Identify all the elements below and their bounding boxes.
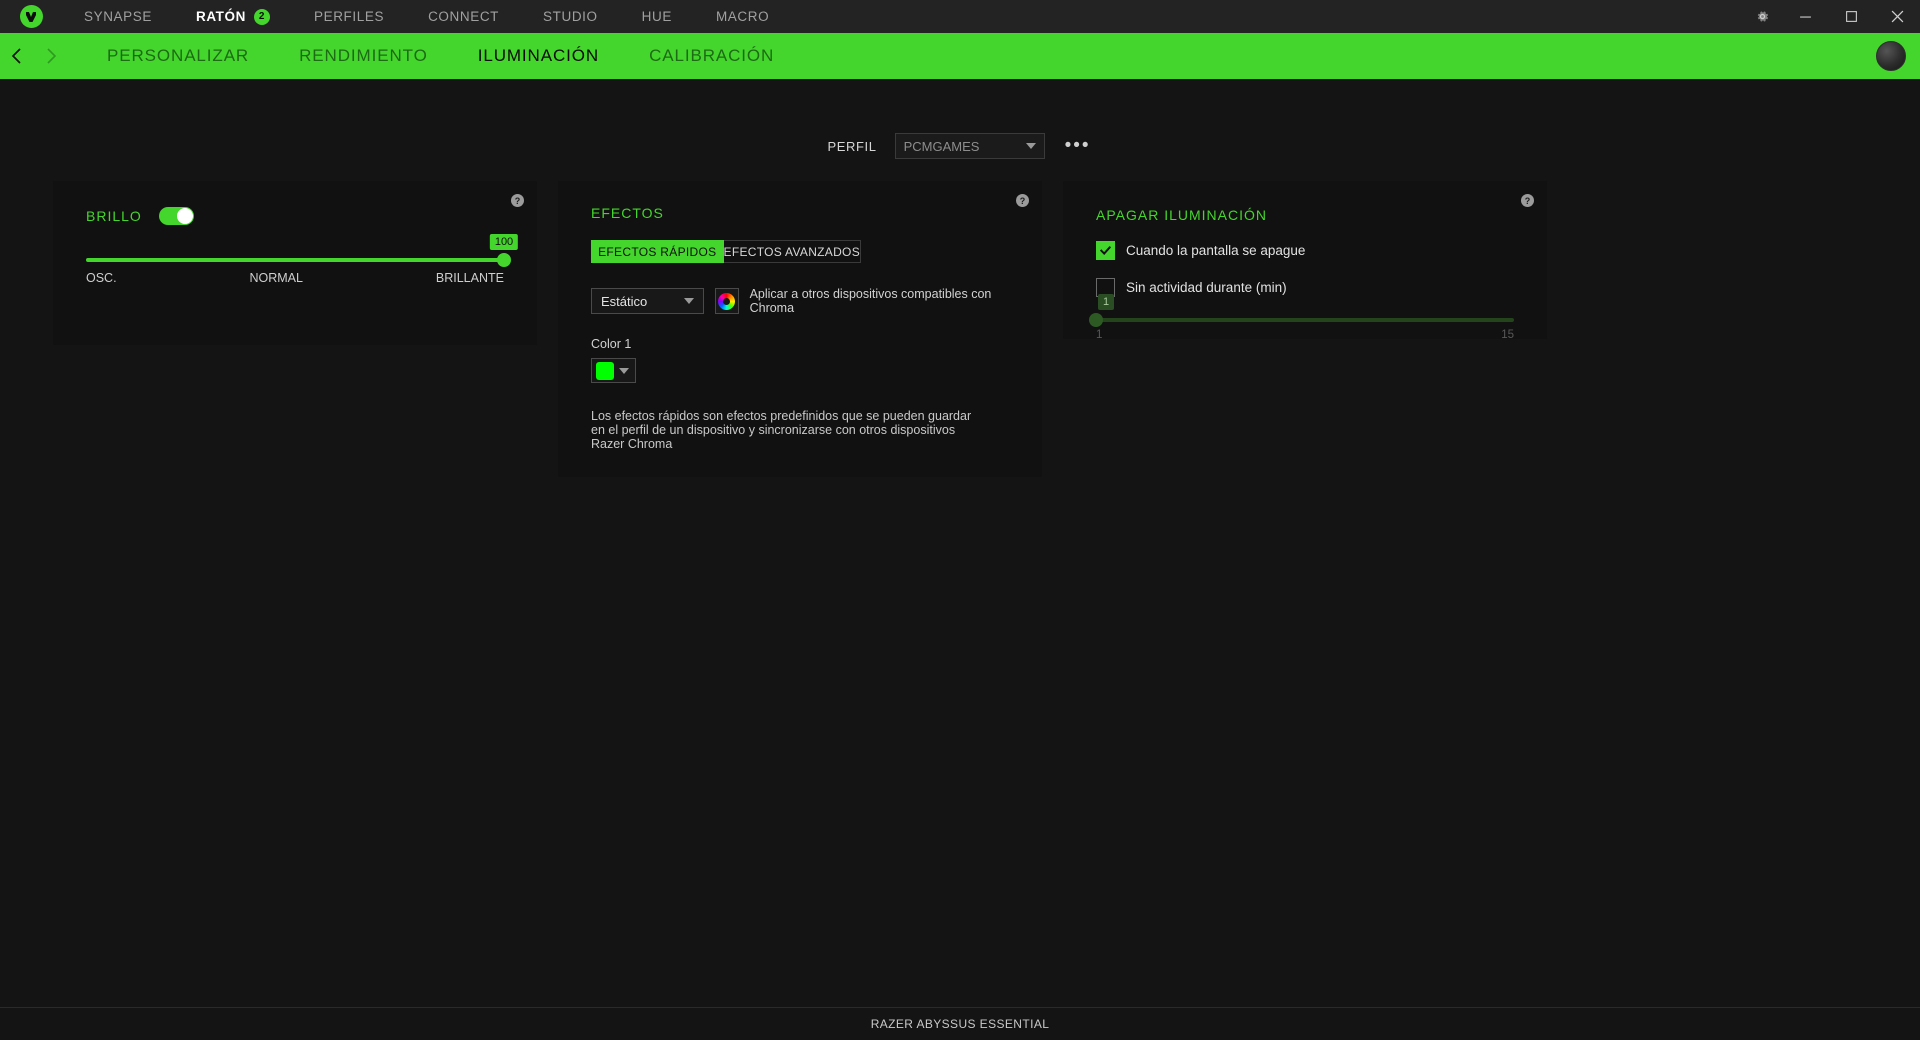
effects-description: Los efectos rápidos son efectos predefin… (591, 409, 972, 452)
nav-tab-label: HUE (641, 9, 672, 24)
chevron-left-icon[interactable] (0, 33, 34, 79)
chroma-sync-button[interactable] (715, 288, 739, 314)
help-icon[interactable]: ? (1521, 194, 1534, 207)
off-lighting-panel: ? APAGAR ILUMINACIÓN Cuando la pantalla … (1063, 181, 1547, 341)
maximize-icon[interactable] (1828, 0, 1874, 33)
tab-efectos-rapidos[interactable]: EFECTOS RÁPIDOS (591, 240, 724, 263)
color-block: Color 1 (591, 337, 1009, 383)
sub-nav-bar: PERSONALIZAR RENDIMIENTO ILUMINACIÓN CAL… (0, 33, 1920, 79)
gear-icon[interactable] (1742, 0, 1782, 33)
brightness-slider-track[interactable] (86, 253, 511, 267)
help-icon[interactable]: ? (511, 194, 524, 207)
sub-tab-personalizar[interactable]: PERSONALIZAR (82, 33, 274, 79)
nav-tab-label: STUDIO (543, 9, 598, 24)
avatar-container (1876, 41, 1906, 71)
brightness-slider-area: 100 OSC. NORMAL BRILLANTE (86, 234, 519, 285)
footer-bar: RAZER ABYSSUS ESSENTIAL (0, 1007, 1920, 1040)
sub-tab-label: RENDIMIENTO (299, 46, 428, 65)
sub-tab-iluminacion[interactable]: ILUMINACIÓN (453, 33, 624, 79)
sub-tab-label: CALIBRACIÓN (649, 46, 775, 65)
brightness-label-mid: NORMAL (249, 271, 303, 285)
checkbox-screen-off[interactable] (1096, 241, 1115, 260)
option-label: Sin actividad durante (min) (1126, 280, 1287, 295)
brightness-toggle[interactable] (158, 207, 194, 225)
effect-selected-value: Estático (601, 293, 648, 309)
option-idle[interactable]: Sin actividad durante (min) (1096, 278, 1514, 297)
nav-tab-hue[interactable]: HUE (620, 0, 694, 33)
color-picker[interactable] (591, 358, 636, 383)
nav-tab-badge: 2 (253, 8, 270, 25)
effect-selection-row: Estático Aplicar a otros dispositivos co… (591, 287, 1009, 315)
profile-selected-value: PCMGAMES (903, 138, 980, 154)
tab-label: EFECTOS AVANZADOS (723, 244, 860, 259)
razer-logo-container (0, 5, 62, 28)
main-content: PERFIL PCMGAMES ••• ? BRILLO 100 OSC. NO… (0, 79, 1920, 1007)
tab-label: EFECTOS RÁPIDOS (598, 244, 717, 259)
option-label: Cuando la pantalla se apague (1126, 243, 1306, 258)
avatar[interactable] (1876, 41, 1906, 71)
brightness-title: BRILLO (86, 208, 142, 224)
idle-slider-handle[interactable] (1089, 313, 1103, 327)
profile-label: PERFIL (827, 138, 877, 154)
chevron-down-icon (619, 367, 629, 374)
nav-tab-studio[interactable]: STUDIO (521, 0, 620, 33)
sub-nav-tabs: PERSONALIZAR RENDIMIENTO ILUMINACIÓN CAL… (82, 33, 799, 79)
idle-value-badge: 1 (1098, 294, 1115, 310)
off-lighting-title: APAGAR ILUMINACIÓN (1096, 207, 1267, 223)
idle-slider-min: 1 (1096, 329, 1103, 341)
brightness-panel: ? BRILLO 100 OSC. NORMAL BRILLANTE (53, 181, 537, 345)
razer-logo-icon (19, 5, 43, 28)
nav-tab-perfiles[interactable]: PERFILES (292, 0, 406, 33)
profile-row: PERFIL PCMGAMES ••• (0, 79, 1920, 159)
color-swatch (596, 361, 614, 380)
nav-tab-connect[interactable]: CONNECT (406, 0, 521, 33)
minimize-icon[interactable] (1782, 0, 1828, 33)
nav-tab-raton[interactable]: RATÓN 2 (174, 0, 292, 33)
nav-tab-synapse[interactable]: SYNAPSE (62, 0, 174, 33)
sub-tab-rendimiento[interactable]: RENDIMIENTO (274, 33, 453, 79)
brightness-scale-labels: OSC. NORMAL BRILLANTE (86, 271, 504, 285)
effects-tab-group: EFECTOS RÁPIDOS EFECTOS AVANZADOS (591, 240, 861, 263)
profile-more-button[interactable]: ••• (1063, 136, 1093, 155)
panels-container: ? BRILLO 100 OSC. NORMAL BRILLANTE ? EFE… (0, 159, 1920, 478)
brightness-header: BRILLO (86, 207, 504, 225)
brightness-value-badge: 100 (489, 234, 519, 250)
nav-tab-macro[interactable]: MACRO (694, 0, 791, 33)
nav-tab-label: MACRO (715, 9, 770, 24)
effects-title: EFECTOS (591, 205, 664, 221)
brightness-label-min: OSC. (86, 271, 117, 285)
window-controls (1742, 0, 1920, 33)
nav-tab-label: RATÓN (195, 9, 246, 24)
idle-slider-minmax: 1 15 (1096, 329, 1514, 341)
title-bar: SYNAPSE RATÓN 2 PERFILES CONNECT STUDIO … (0, 0, 1920, 33)
device-name: RAZER ABYSSUS ESSENTIAL (870, 1017, 1050, 1031)
sub-tab-calibracion[interactable]: CALIBRACIÓN (624, 33, 799, 79)
main-nav-tabs: SYNAPSE RATÓN 2 PERFILES CONNECT STUDIO … (62, 0, 791, 33)
option-screen-off[interactable]: Cuando la pantalla se apague (1096, 241, 1514, 260)
chroma-wheel-icon (718, 292, 736, 310)
sub-tab-label: ILUMINACIÓN (477, 46, 600, 65)
brightness-label-max: BRILLANTE (435, 271, 504, 285)
chevron-down-icon (684, 298, 695, 304)
chevron-right-icon[interactable] (34, 33, 68, 79)
sub-tab-label: PERSONALIZAR (107, 46, 250, 65)
tab-efectos-avanzados[interactable]: EFECTOS AVANZADOS (723, 240, 861, 263)
idle-slider-area: 1 1 15 (1089, 294, 1514, 341)
profile-select[interactable]: PCMGAMES (894, 133, 1045, 159)
close-icon[interactable] (1874, 0, 1920, 33)
nav-tab-label: CONNECT (428, 9, 500, 24)
chroma-sync-label: Aplicar a otros dispositivos compatibles… (749, 287, 992, 315)
color-label: Color 1 (591, 337, 632, 351)
effect-type-select[interactable]: Estático (591, 288, 705, 314)
toggle-knob (176, 208, 193, 224)
idle-slider-track[interactable] (1089, 313, 1514, 327)
chevron-down-icon (1025, 143, 1036, 149)
brightness-slider-handle[interactable] (497, 253, 511, 267)
nav-tab-label: SYNAPSE (84, 9, 152, 24)
effects-panel: ? EFECTOS EFECTOS RÁPIDOS EFECTOS AVANZA… (558, 181, 1042, 478)
nav-tab-label: PERFILES (313, 9, 385, 24)
help-icon[interactable]: ? (1016, 194, 1029, 207)
idle-slider-max: 15 (1501, 329, 1514, 341)
